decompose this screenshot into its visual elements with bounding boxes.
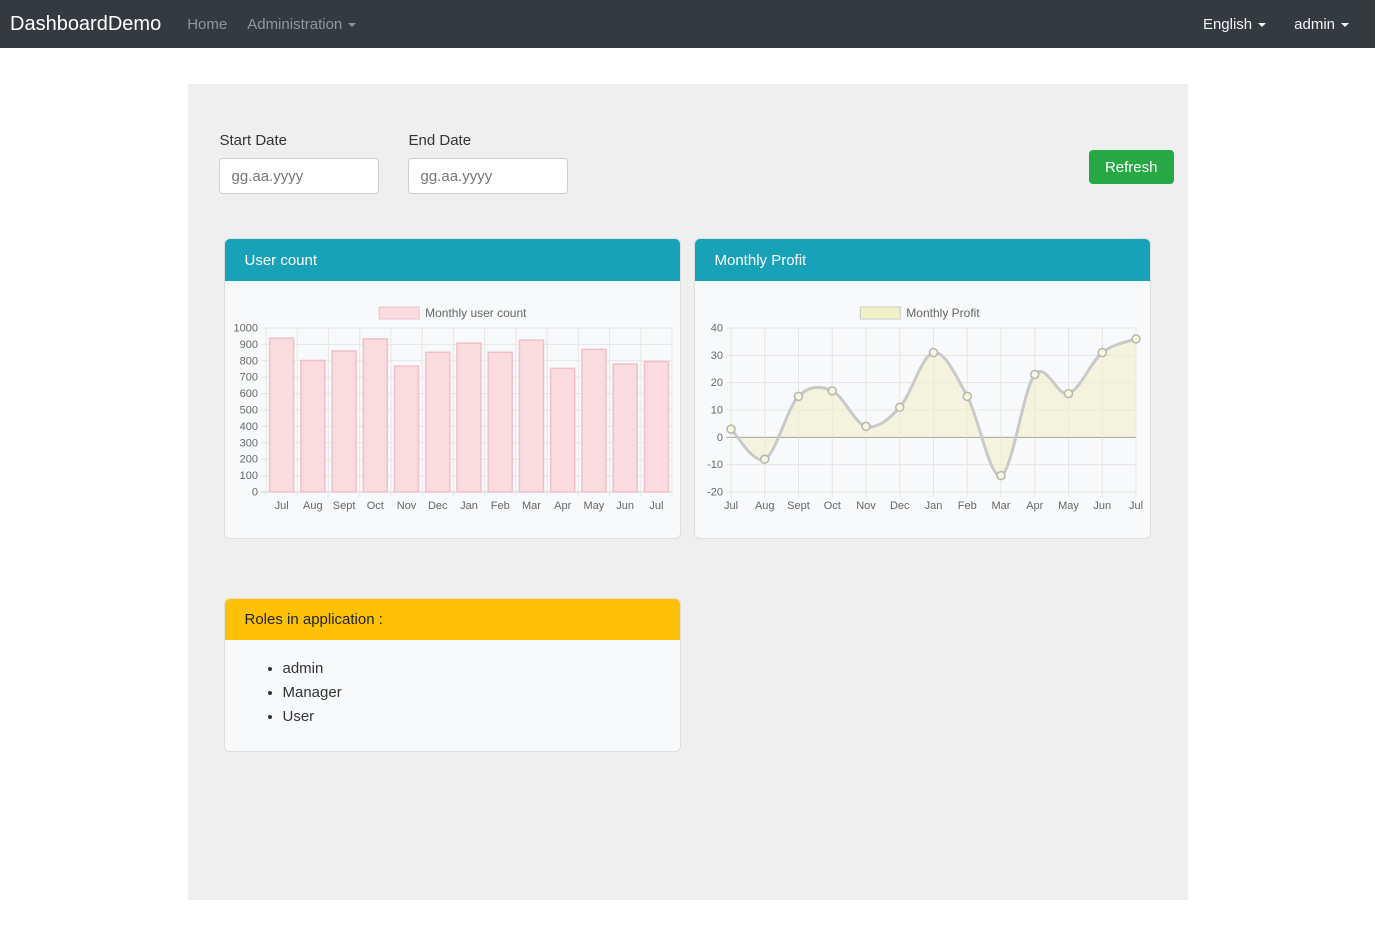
- start-date-input[interactable]: [219, 158, 379, 194]
- user-count-title: User count: [245, 252, 318, 269]
- svg-text:Jun: Jun: [616, 500, 634, 512]
- user-dropdown[interactable]: admin: [1294, 16, 1349, 33]
- navbar: DashboardDemo Home Administration Englis…: [0, 0, 1375, 48]
- svg-text:Feb: Feb: [957, 500, 976, 512]
- svg-text:30: 30: [710, 350, 722, 362]
- main-container: Start Date End Date Refresh User count M…: [188, 84, 1188, 900]
- svg-text:20: 20: [710, 377, 722, 389]
- svg-text:Mar: Mar: [521, 500, 540, 512]
- svg-text:Aug: Aug: [754, 500, 774, 512]
- refresh-button[interactable]: Refresh: [1089, 150, 1174, 184]
- svg-text:600: 600: [239, 388, 257, 400]
- svg-text:Apr: Apr: [554, 500, 571, 512]
- roles-title: Roles in application :: [245, 611, 383, 628]
- chevron-down-icon: [348, 23, 356, 27]
- svg-text:200: 200: [239, 454, 257, 466]
- svg-text:0: 0: [716, 432, 722, 444]
- svg-text:10: 10: [710, 405, 722, 417]
- svg-text:40: 40: [710, 323, 722, 335]
- end-date-label: End Date: [409, 132, 568, 149]
- roles-row: Roles in application : admin Manager Use…: [225, 599, 1188, 751]
- svg-text:Jan: Jan: [460, 500, 478, 512]
- start-date-group: Start Date: [219, 132, 379, 194]
- language-dropdown[interactable]: English: [1203, 16, 1266, 33]
- svg-text:Monthly user count: Monthly user count: [425, 306, 527, 320]
- svg-text:Feb: Feb: [490, 500, 509, 512]
- svg-text:Nov: Nov: [856, 500, 876, 512]
- svg-text:Jul: Jul: [723, 500, 737, 512]
- svg-text:Sept: Sept: [787, 500, 810, 512]
- page: DashboardDemo Home Administration Englis…: [0, 0, 1375, 932]
- svg-text:-20: -20: [707, 487, 723, 499]
- nav-item-home[interactable]: Home: [187, 16, 227, 33]
- chevron-down-icon: [1258, 23, 1266, 27]
- svg-text:400: 400: [239, 421, 257, 433]
- svg-text:500: 500: [239, 405, 257, 417]
- monthly-profit-chart: Monthly Profit -20 -10 0 10 20 30 40 Jul Aug Sept O…: [695, 281, 1150, 538]
- role-item: admin: [283, 660, 660, 677]
- svg-text:Nov: Nov: [396, 500, 416, 512]
- svg-text:1000: 1000: [233, 323, 257, 335]
- role-item: User: [283, 708, 660, 725]
- roles-card-header: Roles in application :: [225, 599, 680, 640]
- svg-text:Mar: Mar: [991, 500, 1010, 512]
- brand[interactable]: DashboardDemo: [10, 13, 161, 36]
- roles-card-body: admin Manager User: [225, 640, 680, 751]
- svg-text:Dec: Dec: [427, 500, 447, 512]
- filters-row: Start Date End Date Refresh: [188, 132, 1188, 194]
- end-date-input[interactable]: [408, 158, 568, 194]
- svg-text:May: May: [583, 500, 604, 512]
- svg-text:Sept: Sept: [332, 500, 355, 512]
- svg-text:Jul: Jul: [649, 500, 663, 512]
- svg-text:800: 800: [239, 355, 257, 367]
- user-count-card: User count Monthly user count 0 100 200 300 4…: [225, 239, 680, 538]
- end-date-group: End Date: [408, 132, 568, 194]
- user-count-card-header: User count: [225, 239, 680, 281]
- monthly-profit-title: Monthly Profit: [715, 252, 807, 269]
- svg-text:0: 0: [251, 487, 257, 499]
- svg-text:900: 900: [239, 339, 257, 351]
- svg-text:Apr: Apr: [1026, 500, 1043, 512]
- svg-text:Monthly Profit: Monthly Profit: [906, 306, 980, 320]
- monthly-profit-card-header: Monthly Profit: [695, 239, 1150, 281]
- svg-text:700: 700: [239, 372, 257, 384]
- user-count-chart: Monthly user count 0 100 200 300 400 500 600 700…: [225, 281, 680, 538]
- svg-text:Oct: Oct: [823, 500, 840, 512]
- nav-item-administration[interactable]: Administration: [247, 16, 356, 33]
- svg-text:Dec: Dec: [889, 500, 909, 512]
- language-dropdown-label: English: [1203, 16, 1252, 33]
- roles-card: Roles in application : admin Manager Use…: [225, 599, 680, 751]
- svg-text:Jul: Jul: [1128, 500, 1142, 512]
- monthly-profit-card: Monthly Profit Monthly Profit -20 -10 0 10 20…: [695, 239, 1150, 538]
- role-item: Manager: [283, 684, 660, 701]
- user-dropdown-label: admin: [1294, 16, 1335, 33]
- svg-text:May: May: [1058, 500, 1079, 512]
- svg-text:Aug: Aug: [303, 500, 323, 512]
- nav-item-administration-label: Administration: [247, 16, 342, 33]
- svg-text:-10: -10: [707, 459, 723, 471]
- svg-text:Jul: Jul: [274, 500, 288, 512]
- charts-row: User count Monthly user count01002003004…: [225, 239, 1188, 538]
- svg-text:Oct: Oct: [366, 500, 383, 512]
- svg-text:Jan: Jan: [924, 500, 942, 512]
- start-date-label: Start Date: [220, 132, 379, 149]
- chevron-down-icon: [1341, 23, 1349, 27]
- svg-text:300: 300: [239, 437, 257, 449]
- roles-list: admin Manager User: [245, 660, 660, 725]
- svg-text:100: 100: [239, 470, 257, 482]
- svg-text:Jun: Jun: [1093, 500, 1111, 512]
